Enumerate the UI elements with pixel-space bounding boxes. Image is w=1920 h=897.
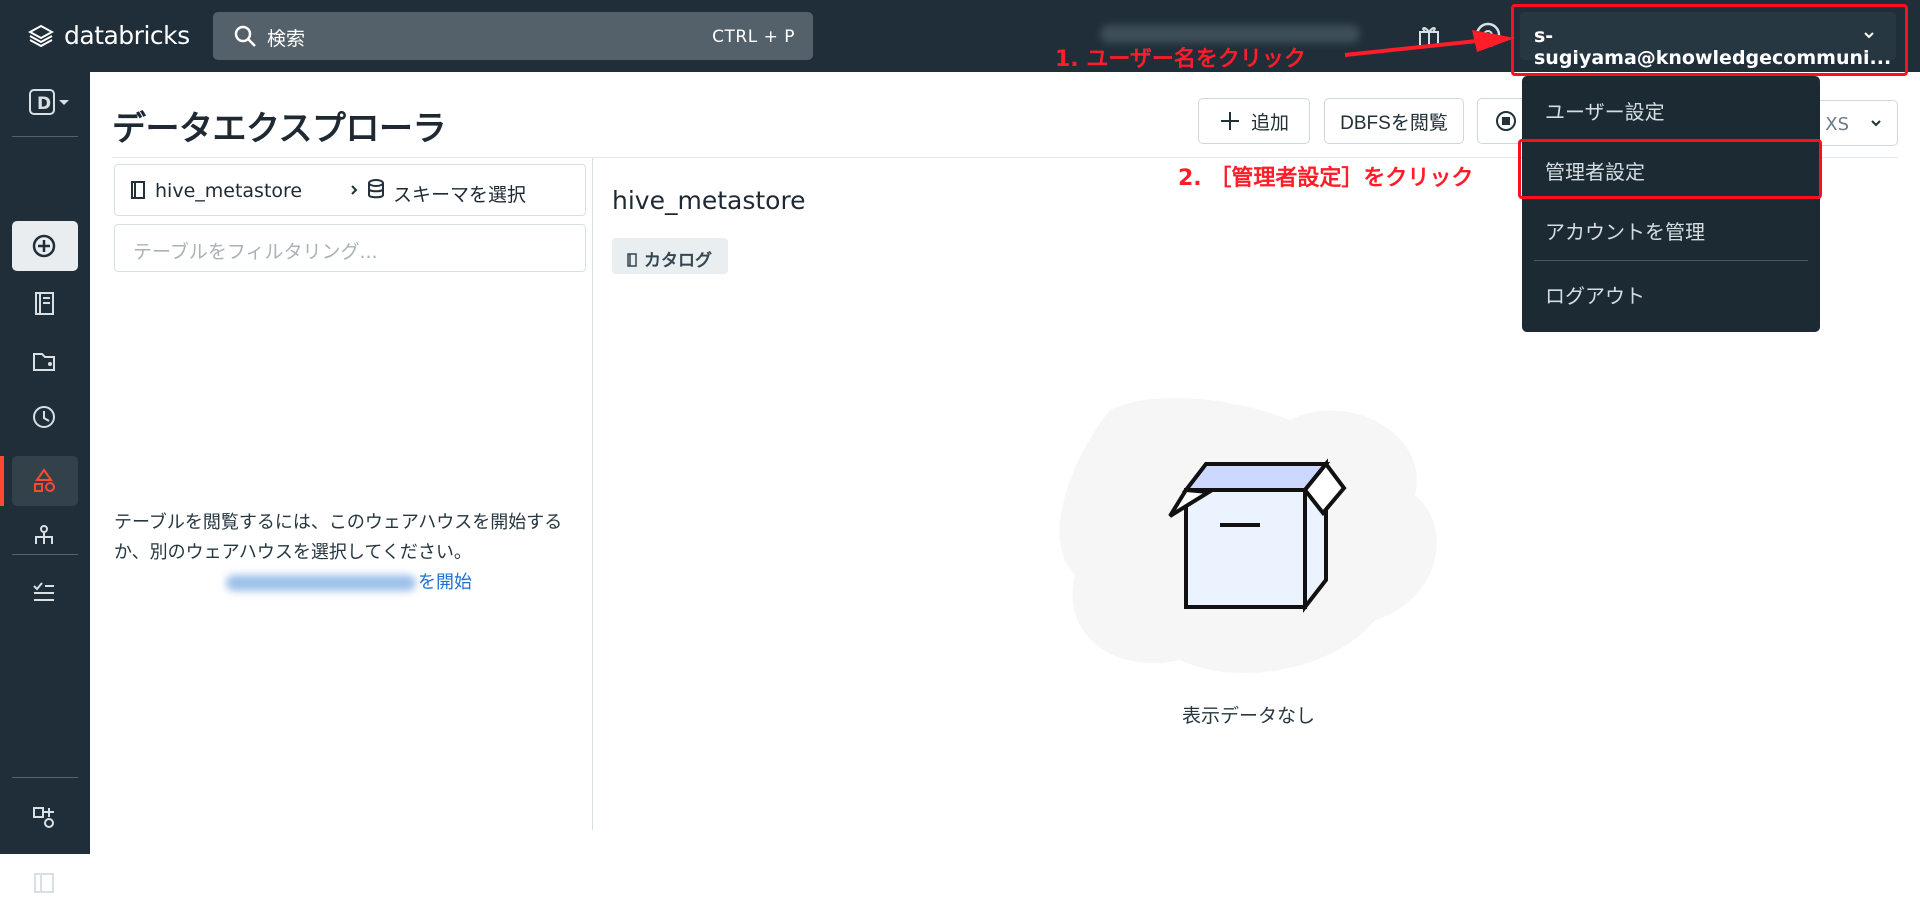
partners-icon[interactable] [30, 804, 58, 832]
sidebar-toggle-icon[interactable] [30, 869, 58, 897]
catalog-icon [131, 181, 145, 199]
search-shortcut: CTRL + P [712, 27, 795, 47]
repos-icon[interactable] [30, 346, 58, 374]
svg-text:D: D [37, 94, 51, 114]
pane-divider [592, 158, 593, 830]
sidebar-divider [12, 554, 78, 555]
add-button[interactable]: 追加 [1198, 98, 1310, 144]
workspace-icon[interactable]: D [28, 88, 72, 116]
highlight-user-menu [1511, 4, 1908, 76]
warehouse-message: テーブルを閲覧するには、このウェアハウスを開始するか、別のウェアハウスを選択して… [114, 512, 563, 563]
blurred-endpoint-name [226, 575, 416, 591]
databricks-logo-icon [28, 24, 54, 47]
annotation-arrow-icon [1345, 30, 1515, 57]
table-filter-input[interactable]: テーブルをフィルタリング... [114, 224, 586, 272]
menu-divider [1534, 260, 1808, 261]
start-link-label: を開始 [418, 572, 472, 593]
active-indicator [0, 456, 4, 506]
manage-account-item[interactable]: アカウントを管理 [1545, 216, 1705, 245]
size-label: XS [1825, 114, 1849, 135]
workflow-icon[interactable] [30, 522, 58, 550]
tasks-icon[interactable] [30, 578, 58, 606]
start-warehouse-link[interactable]: を開始 [226, 568, 472, 594]
catalog-icon [627, 253, 637, 267]
sidebar: D [0, 72, 90, 893]
notebook-icon[interactable] [30, 289, 58, 317]
empty-state-text: 表示データなし [1182, 705, 1316, 727]
databricks-logo[interactable]: databricks [28, 21, 190, 50]
new-icon[interactable] [30, 232, 58, 260]
search-icon [234, 25, 256, 47]
annotation-step2: 2. ［管理者設定］をクリック [1178, 166, 1474, 191]
schema-icon [368, 179, 384, 199]
user-dropdown-menu: ユーザー設定 管理者設定 アカウントを管理 ログアウト [1522, 76, 1820, 332]
search-placeholder: 検索 [267, 28, 306, 50]
schema-selector[interactable]: スキーマを選択 [393, 180, 526, 207]
plus-icon [1220, 112, 1239, 130]
page-title: データエクスプローラ [112, 109, 446, 149]
catalog-badge-label: カタログ [644, 251, 712, 271]
user-settings-item[interactable]: ユーザー設定 [1545, 96, 1665, 125]
catalog-name[interactable]: hive_metastore [155, 180, 302, 202]
search-bar[interactable]: 検索 CTRL + P [213, 12, 813, 60]
sidebar-divider [12, 136, 78, 137]
sidebar-divider [12, 777, 78, 778]
box-icon [1168, 458, 1347, 613]
data-icon[interactable] [30, 466, 58, 494]
logout-item[interactable]: ログアウト [1545, 280, 1645, 309]
brand-name: databricks [64, 21, 190, 50]
chevron-right-icon [351, 185, 358, 195]
dbfs-label: DBFSを閲覧 [1340, 112, 1448, 134]
highlight-admin-settings [1518, 139, 1822, 199]
catalog-breadcrumb[interactable]: hive_metastore スキーマを選択 [114, 164, 586, 216]
annotation-step1: 1. ユーザー名をクリック [1055, 47, 1306, 72]
history-icon[interactable] [30, 403, 58, 431]
dbfs-browse-button[interactable]: DBFSを閲覧 [1324, 98, 1464, 144]
add-label: 追加 [1250, 112, 1289, 134]
chevron-down-icon [1871, 120, 1881, 127]
empty-state-illustration [1059, 397, 1437, 674]
catalog-badge: カタログ [612, 238, 728, 274]
catalog-title: hive_metastore [612, 186, 806, 215]
stop-icon [1496, 111, 1516, 131]
